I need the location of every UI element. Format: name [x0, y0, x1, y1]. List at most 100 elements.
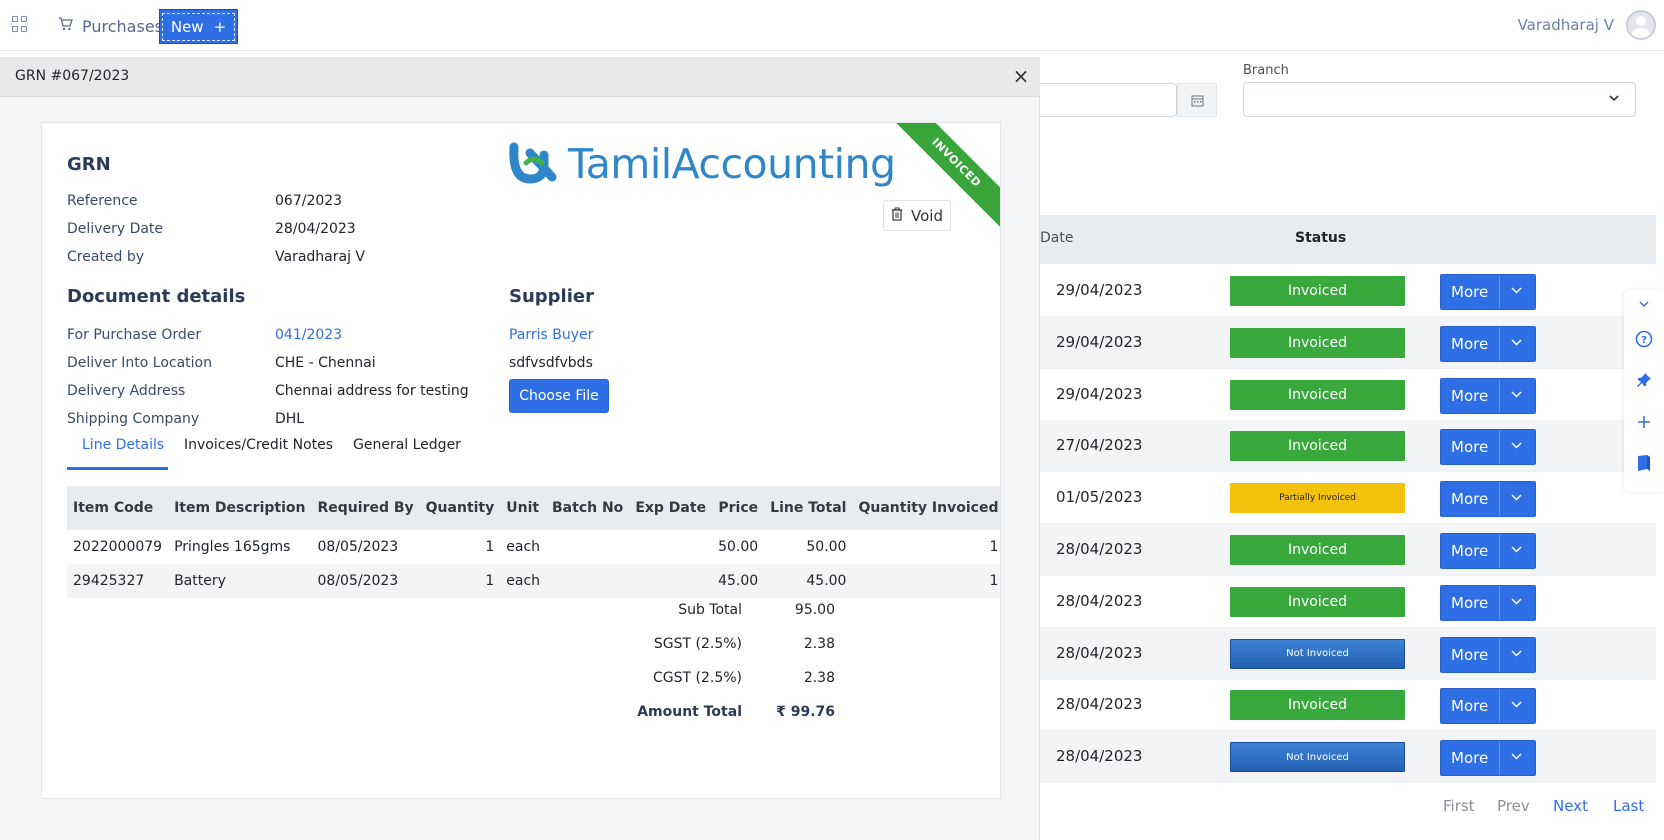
status-badge: Partially Invoiced [1230, 483, 1405, 514]
table-row[interactable]: 28/04/2023 Invoiced More [1040, 524, 1656, 576]
apps-grid-icon[interactable] [12, 16, 28, 32]
status-badge: Invoiced [1230, 535, 1405, 565]
more-label: More [1451, 334, 1489, 353]
table-row[interactable]: 29/04/2023 Invoiced More [1040, 316, 1656, 369]
add-icon[interactable] [1634, 414, 1654, 434]
pager-next[interactable]: Next [1553, 797, 1588, 815]
table-row[interactable]: 01/05/2023 Partially Invoiced More [1040, 472, 1656, 525]
more-button[interactable]: More [1440, 688, 1536, 725]
table-row[interactable]: 27/04/2023 Invoiced More [1040, 420, 1656, 473]
chevron-down-icon [1510, 388, 1523, 405]
column-header: Line Total [764, 486, 853, 530]
column-header: Price [712, 486, 765, 530]
more-button[interactable]: More [1440, 274, 1536, 310]
module-title[interactable]: Purchases [82, 17, 163, 36]
chevron-down-icon [1510, 543, 1523, 560]
subtotal-value: 95.00 [794, 602, 835, 618]
table-row[interactable]: 29/04/2023 Invoiced More [1040, 265, 1656, 317]
row-date: 29/04/2023 [1056, 332, 1143, 351]
pager-last[interactable]: Last [1613, 797, 1644, 815]
choose-file-button[interactable]: Choose File [509, 379, 609, 413]
more-button[interactable]: More [1440, 377, 1536, 414]
tab-line-details[interactable]: Line Details [82, 437, 164, 453]
more-button[interactable]: More [1440, 740, 1536, 777]
table-row[interactable]: 29/04/2023 Invoiced More [1040, 369, 1656, 421]
row-date: 01/05/2023 [1056, 488, 1143, 507]
void-button[interactable]: Void [883, 200, 951, 231]
tab-invoices-credit-notes[interactable]: Invoices/Credit Notes [184, 437, 333, 453]
table-row[interactable]: 28/04/2023 Not Invoiced More [1040, 731, 1656, 784]
supplier-link[interactable]: Parris Buyer [509, 327, 593, 343]
column-date[interactable]: Date [1040, 230, 1073, 246]
table-row[interactable]: 28/04/2023 Not Invoiced More [1040, 627, 1656, 680]
price: 50.00 [718, 539, 759, 555]
pager-first[interactable]: First [1443, 797, 1475, 815]
status-badge: Not Invoiced [1230, 638, 1405, 669]
column-header: Item Code [67, 486, 169, 530]
close-icon[interactable]: × [1008, 63, 1034, 89]
book-icon[interactable] [1634, 454, 1654, 474]
tab-general-ledger[interactable]: General Ledger [353, 437, 461, 453]
location-value: CHE - Chennai [275, 355, 376, 371]
more-button[interactable]: More [1440, 325, 1536, 362]
pin-icon[interactable] [1634, 372, 1654, 392]
column-header: Quantity Invoiced [852, 486, 1000, 530]
created-by-label: Created by [67, 249, 145, 265]
avatar[interactable] [1626, 10, 1656, 40]
column-status[interactable]: Status [1295, 230, 1346, 246]
address-value: Chennai address for testing [275, 383, 469, 399]
modal-header: GRN #067/2023 × [0, 57, 1040, 97]
address-label: Delivery Address [67, 383, 186, 399]
more-label: More [1451, 645, 1489, 664]
more-label: More [1451, 749, 1489, 768]
reference-value: 067/2023 [275, 193, 343, 209]
table-row[interactable]: 28/04/2023 Invoiced More [1040, 576, 1656, 628]
top-bar: Purchases New + Varadharaj V [0, 0, 1664, 51]
more-label: More [1451, 438, 1489, 457]
item-description-link[interactable]: Pringles 165gms [168, 530, 311, 564]
cgst-label: CGST (2.5%) [652, 670, 742, 686]
chevron-down-icon[interactable] [1634, 296, 1654, 316]
help-icon[interactable]: ? [1634, 330, 1654, 350]
row-date: 28/04/2023 [1056, 643, 1143, 662]
exp-date [629, 530, 712, 564]
status-badge: Invoiced [1230, 379, 1405, 410]
supplier-title: Supplier [509, 286, 594, 307]
more-button[interactable]: More [1440, 481, 1536, 518]
more-label: More [1451, 386, 1489, 405]
more-label: More [1451, 593, 1489, 612]
more-button[interactable]: More [1440, 429, 1536, 466]
chevron-down-icon [1510, 647, 1523, 664]
item-description-link[interactable]: Battery [168, 564, 312, 598]
pager-prev[interactable]: Prev [1497, 797, 1530, 815]
batch-no [546, 564, 630, 598]
user-name[interactable]: Varadharaj V [1518, 16, 1614, 34]
amount-total-label: Amount Total [637, 704, 742, 720]
batch-no [546, 530, 629, 564]
logo-mark-icon [508, 141, 564, 187]
column-header: Batch No [546, 486, 630, 530]
more-button[interactable]: More [1440, 584, 1536, 621]
item-code: 29425327 [67, 564, 169, 598]
more-button[interactable]: More [1440, 533, 1536, 569]
status-badge: Invoiced [1230, 431, 1405, 462]
new-button[interactable]: New + [159, 9, 238, 44]
quantity: 1 [485, 539, 495, 555]
po-link[interactable]: 041/2023 [275, 327, 342, 343]
document-details-title: Document details [67, 286, 246, 307]
more-button[interactable]: More [1440, 636, 1536, 673]
item-code: 2022000079 [73, 539, 163, 555]
table-row[interactable]: 28/04/2023 Invoiced More [1040, 679, 1656, 732]
grn-modal: GRN #067/2023 × TamilAccounting INVOICED… [0, 57, 1040, 840]
calendar-icon[interactable] [1177, 83, 1217, 117]
company-logo: TamilAccounting [508, 135, 896, 193]
chevron-down-icon [1607, 91, 1621, 109]
status-badge: Not Invoiced [1230, 742, 1405, 773]
date-filter-input[interactable] [1040, 83, 1177, 117]
row-date: 29/04/2023 [1056, 384, 1143, 403]
chevron-down-icon [1510, 439, 1523, 456]
column-header: Quantity [419, 486, 501, 530]
svg-text:?: ? [1641, 335, 1647, 346]
table-row: 29425327 Battery 08/05/2023 1 each 45.00 45.00… [67, 564, 1000, 598]
branch-select[interactable] [1243, 82, 1636, 117]
